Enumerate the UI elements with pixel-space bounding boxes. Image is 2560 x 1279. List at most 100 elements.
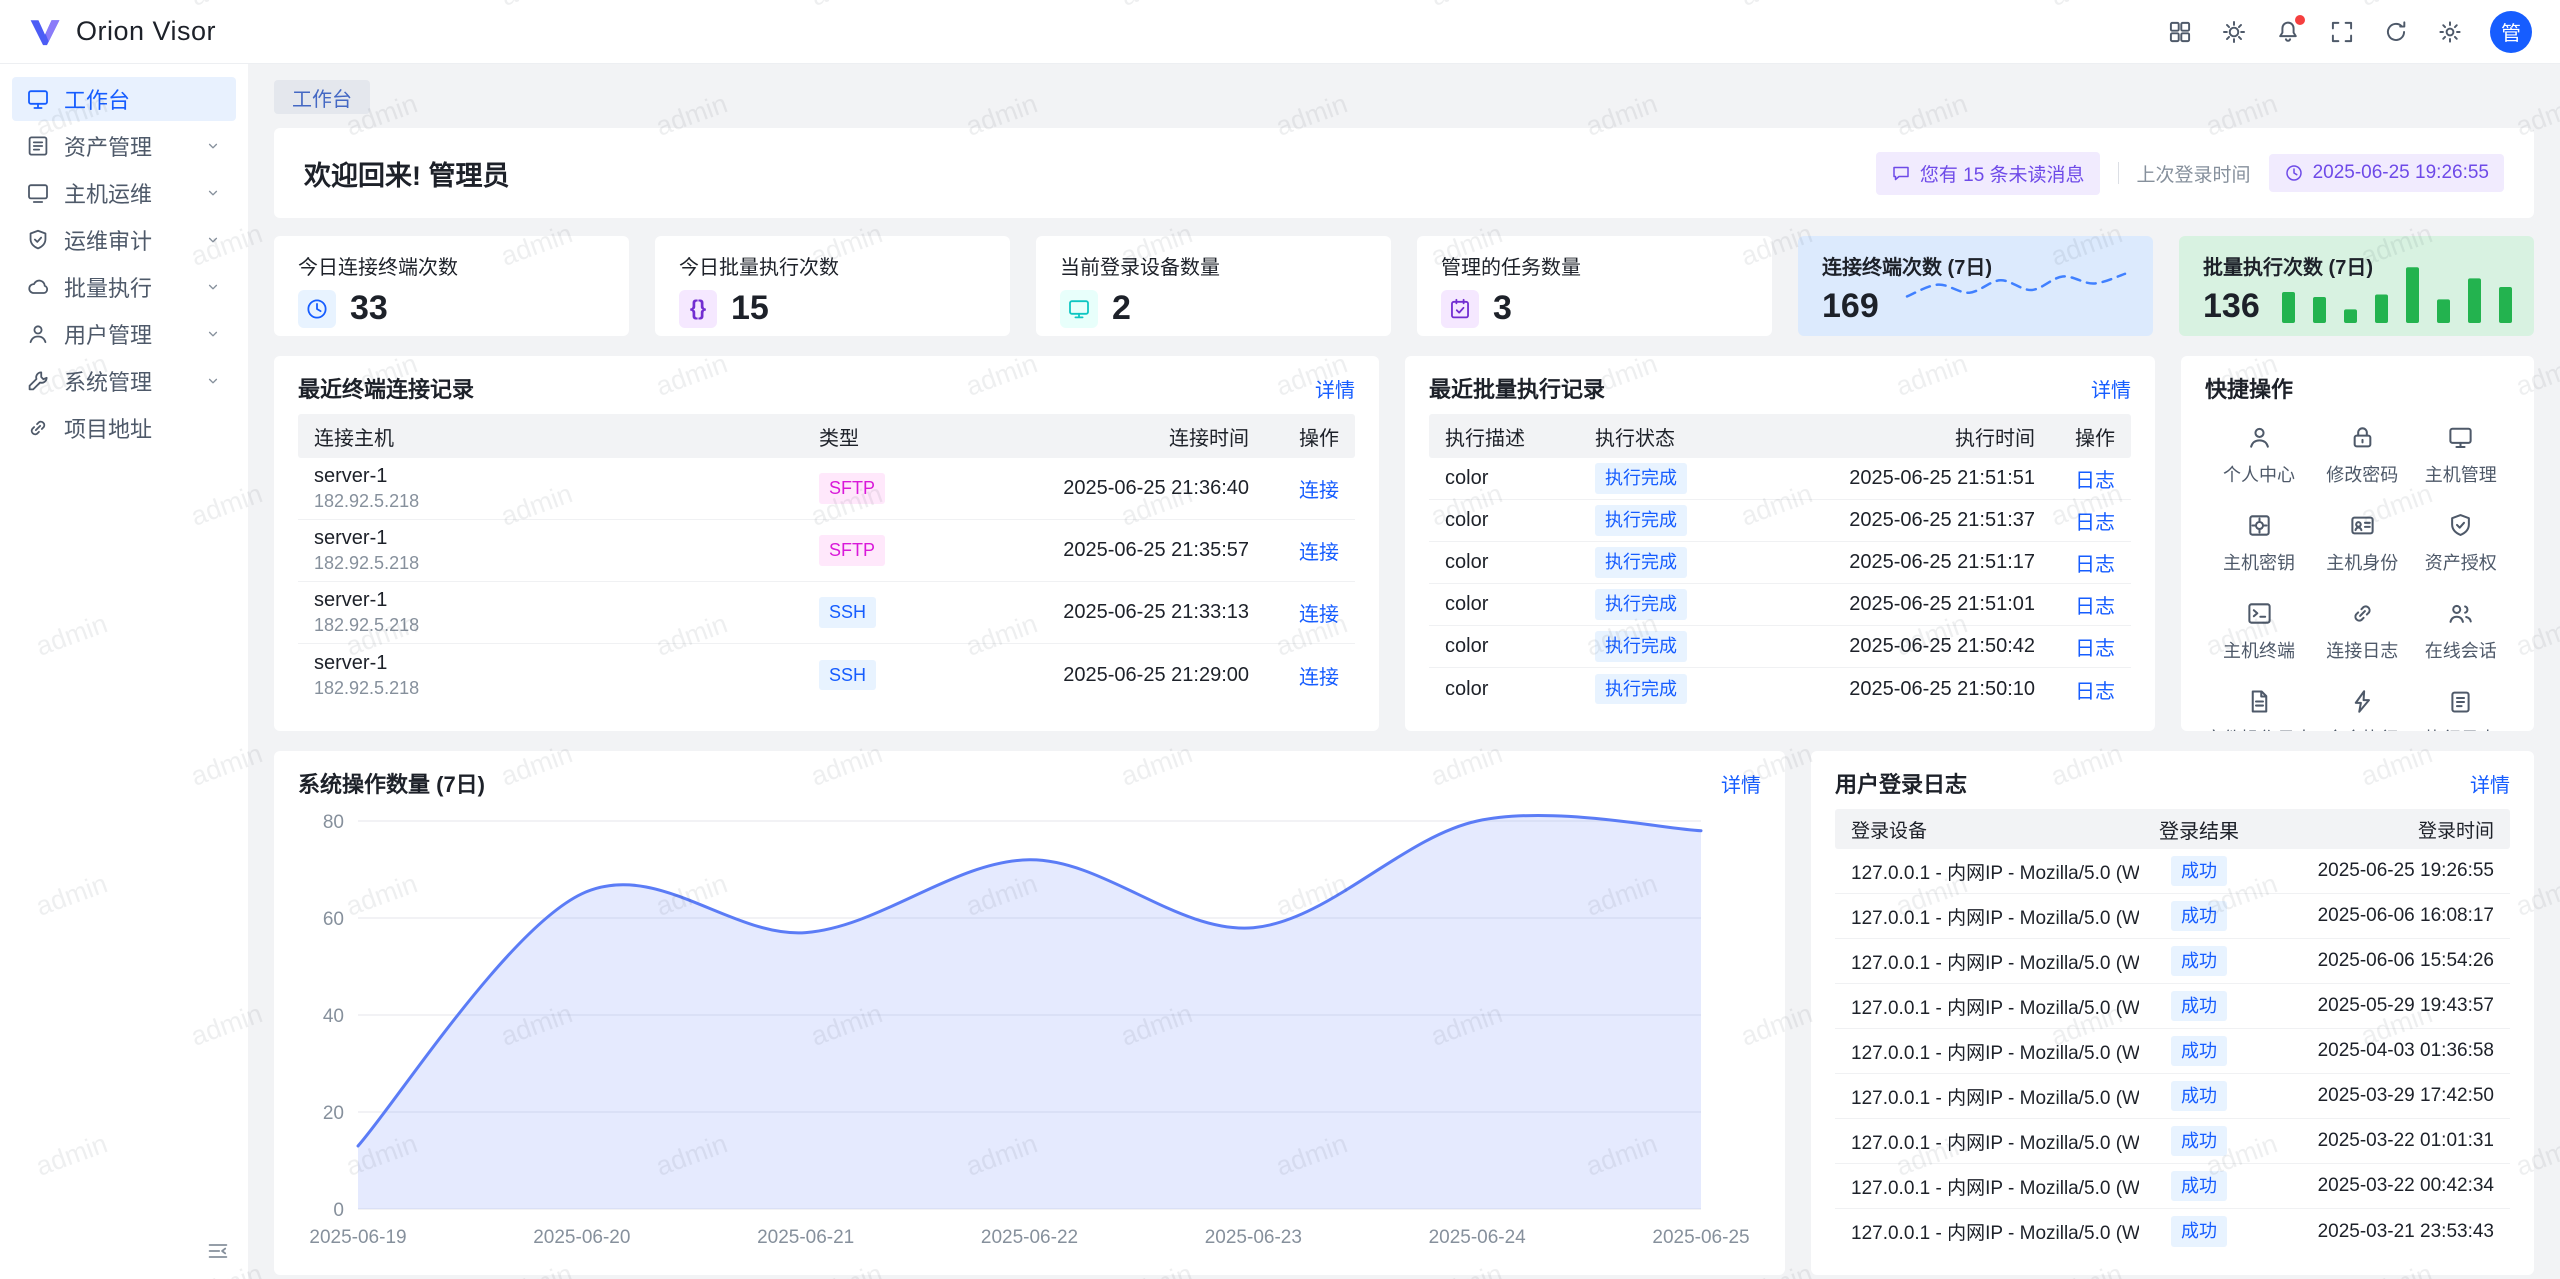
login-details-link[interactable]: 详情 bbox=[2470, 769, 2510, 798]
table-header-row: 执行描述执行状态执行时间操作 bbox=[1429, 414, 2131, 458]
quick-action-host-terminal[interactable]: 主机终端 bbox=[2205, 600, 2313, 663]
quick-action-label: 命令执行 bbox=[2326, 725, 2398, 731]
breadcrumb[interactable]: 工作台 bbox=[274, 80, 370, 114]
login-device: 127.0.0.1 - 内网IP - Mozilla/5.0 (Windows … bbox=[1851, 1173, 2139, 1200]
quick-action-personal-center[interactable]: 个人中心 bbox=[2205, 424, 2313, 487]
sidebar-item-host-ops[interactable]: 主机运维 bbox=[12, 171, 236, 215]
panel-title: 用户登录日志 bbox=[1835, 767, 1967, 799]
panel-title: 最近终端连接记录 bbox=[298, 372, 474, 404]
sidebar-item-project-url[interactable]: 项目地址 bbox=[12, 406, 236, 450]
svg-text:60: 60 bbox=[323, 909, 344, 930]
sidebar-item-batch-exec[interactable]: 批量执行 bbox=[12, 265, 236, 309]
login-time: 2025-05-29 19:43:57 bbox=[2259, 995, 2494, 1017]
connect-link[interactable]: 连接 bbox=[1299, 667, 1339, 689]
quick-action-connect-log[interactable]: 连接日志 bbox=[2313, 600, 2412, 663]
app-name: Orion Visor bbox=[76, 16, 216, 47]
msg-icon bbox=[1891, 163, 1911, 183]
quick-actions-grid: 个人中心修改密码主机管理主机密钥主机身份资产授权主机终端连接日志在线会话文件操作… bbox=[2205, 424, 2510, 731]
grid-icon bbox=[2167, 19, 2193, 45]
exec-status-badge: 执行完成 bbox=[1595, 505, 1687, 536]
connect-time: 2025-06-25 21:29:00 bbox=[949, 664, 1249, 687]
sidebar-item-workbench[interactable]: 工作台 bbox=[12, 77, 236, 121]
monitor-icon bbox=[2447, 424, 2474, 451]
table-header-row: 连接主机类型连接时间操作 bbox=[298, 414, 1355, 458]
sidebar-item-user-management[interactable]: 用户管理 bbox=[12, 312, 236, 356]
log-link[interactable]: 日志 bbox=[2075, 512, 2115, 534]
host-name: server-1 bbox=[314, 589, 819, 612]
stat-value: 33 bbox=[350, 289, 388, 328]
quick-action-online-session[interactable]: 在线会话 bbox=[2412, 600, 2511, 663]
table-row: 127.0.0.1 - 内网IP - Mozilla/5.0 (Windows … bbox=[1835, 1119, 2510, 1164]
stat-card-today-batch-executions: 今日批量执行次数{}15 bbox=[655, 236, 1010, 336]
log-link[interactable]: 日志 bbox=[2075, 554, 2115, 576]
stat-icon-box bbox=[1060, 290, 1098, 328]
tool-icon bbox=[26, 369, 50, 393]
exec-status-badge: 执行完成 bbox=[1595, 631, 1687, 662]
svg-text:40: 40 bbox=[323, 1006, 344, 1027]
host-name: server-1 bbox=[314, 527, 819, 550]
table-row: color执行完成2025-06-25 21:51:51日志 bbox=[1429, 458, 2131, 500]
idcard-icon bbox=[2349, 512, 2376, 539]
connection-type-badge: SSH bbox=[819, 597, 876, 628]
table-row: 127.0.0.1 - 内网IP - Mozilla/5.0 (Windows … bbox=[1835, 894, 2510, 939]
exec-description: color bbox=[1445, 678, 1595, 701]
batch-table: 执行描述执行状态执行时间操作color执行完成2025-06-25 21:51:… bbox=[1429, 414, 2131, 710]
quick-action-label: 主机身份 bbox=[2326, 549, 2398, 575]
quick-action-label: 在线会话 bbox=[2425, 637, 2497, 663]
table-row: server-1182.92.5.218SFTP2025-06-25 21:35… bbox=[298, 520, 1355, 582]
connect-link[interactable]: 连接 bbox=[1299, 604, 1339, 626]
welcome-title: 欢迎回来! 管理员 bbox=[304, 154, 510, 193]
svg-text:80: 80 bbox=[323, 812, 344, 833]
sidebar-item-system-management[interactable]: 系统管理 bbox=[12, 359, 236, 403]
last-login-time: 2025-06-25 19:26:55 bbox=[2313, 162, 2489, 184]
sidebar-item-label: 项目地址 bbox=[64, 412, 152, 444]
quick-action-host-management[interactable]: 主机管理 bbox=[2412, 424, 2511, 487]
exec-description: color bbox=[1445, 467, 1595, 490]
quick-action-host-identity[interactable]: 主机身份 bbox=[2313, 512, 2412, 575]
terminal-details-link[interactable]: 详情 bbox=[1315, 374, 1355, 403]
quick-action-asset-authorization[interactable]: 资产授权 bbox=[2412, 512, 2511, 575]
stat-icon-box: {} bbox=[679, 290, 717, 328]
quick-action-file-operation-log[interactable]: 文件操作日志 bbox=[2205, 688, 2313, 731]
login-time: 2025-03-22 01:01:31 bbox=[2259, 1130, 2494, 1152]
log-link[interactable]: 日志 bbox=[2075, 638, 2115, 660]
chart-details-link[interactable]: 详情 bbox=[1721, 769, 1761, 798]
log-link[interactable]: 日志 bbox=[2075, 470, 2115, 492]
sidebar-item-asset-management[interactable]: 资产管理 bbox=[12, 124, 236, 168]
user-avatar[interactable]: 管 bbox=[2490, 11, 2532, 53]
quick-action-execution-log[interactable]: 执行日志 bbox=[2412, 688, 2511, 731]
settings-button[interactable] bbox=[2436, 18, 2464, 46]
chev-icon bbox=[204, 137, 222, 155]
quick-action-command-execution[interactable]: 命令执行 bbox=[2313, 688, 2412, 731]
quick-action-label: 文件操作日志 bbox=[2205, 725, 2313, 731]
quick-action-label: 执行日志 bbox=[2425, 725, 2497, 731]
user-icon bbox=[26, 322, 50, 346]
host-name: server-1 bbox=[314, 465, 819, 488]
connect-link[interactable]: 连接 bbox=[1299, 480, 1339, 502]
apps-button[interactable] bbox=[2166, 18, 2194, 46]
braces-icon: {} bbox=[690, 298, 706, 319]
unread-messages-chip[interactable]: 您有 15 条未读消息 bbox=[1876, 152, 2100, 195]
panel-title: 系统操作数量 (7日) bbox=[298, 767, 485, 799]
batch-details-link[interactable]: 详情 bbox=[2091, 374, 2131, 403]
login-result-badge: 成功 bbox=[2171, 1081, 2227, 1112]
log-link[interactable]: 日志 bbox=[2075, 681, 2115, 703]
sidebar-collapse-button[interactable] bbox=[206, 1239, 230, 1263]
notifications-button[interactable] bbox=[2274, 18, 2302, 46]
quick-actions-panel: 快捷操作 个人中心修改密码主机管理主机密钥主机身份资产授权主机终端连接日志在线会… bbox=[2181, 356, 2534, 731]
theme-toggle-button[interactable] bbox=[2220, 18, 2248, 46]
quick-action-host-key[interactable]: 主机密钥 bbox=[2205, 512, 2313, 575]
login-time: 2025-06-06 16:08:17 bbox=[2259, 905, 2494, 927]
refresh-button[interactable] bbox=[2382, 18, 2410, 46]
quick-action-change-password[interactable]: 修改密码 bbox=[2313, 424, 2412, 487]
sidebar-item-ops-audit[interactable]: 运维审计 bbox=[12, 218, 236, 262]
log-link[interactable]: 日志 bbox=[2075, 596, 2115, 618]
fullscreen-button[interactable] bbox=[2328, 18, 2356, 46]
stat-value: 2 bbox=[1112, 289, 1131, 328]
table-row: server-1182.92.5.218SSH2025-06-25 21:33:… bbox=[298, 582, 1355, 644]
login-time: 2025-03-21 23:53:43 bbox=[2259, 1221, 2494, 1243]
brand: Orion Visor bbox=[28, 15, 216, 49]
connect-link[interactable]: 连接 bbox=[1299, 542, 1339, 564]
stat-card-terminal-connections-7d: 连接终端次数 (7日)169 bbox=[1798, 236, 2153, 336]
login-table: 登录设备登录结果登录时间127.0.0.1 - 内网IP - Mozilla/5… bbox=[1835, 809, 2510, 1254]
